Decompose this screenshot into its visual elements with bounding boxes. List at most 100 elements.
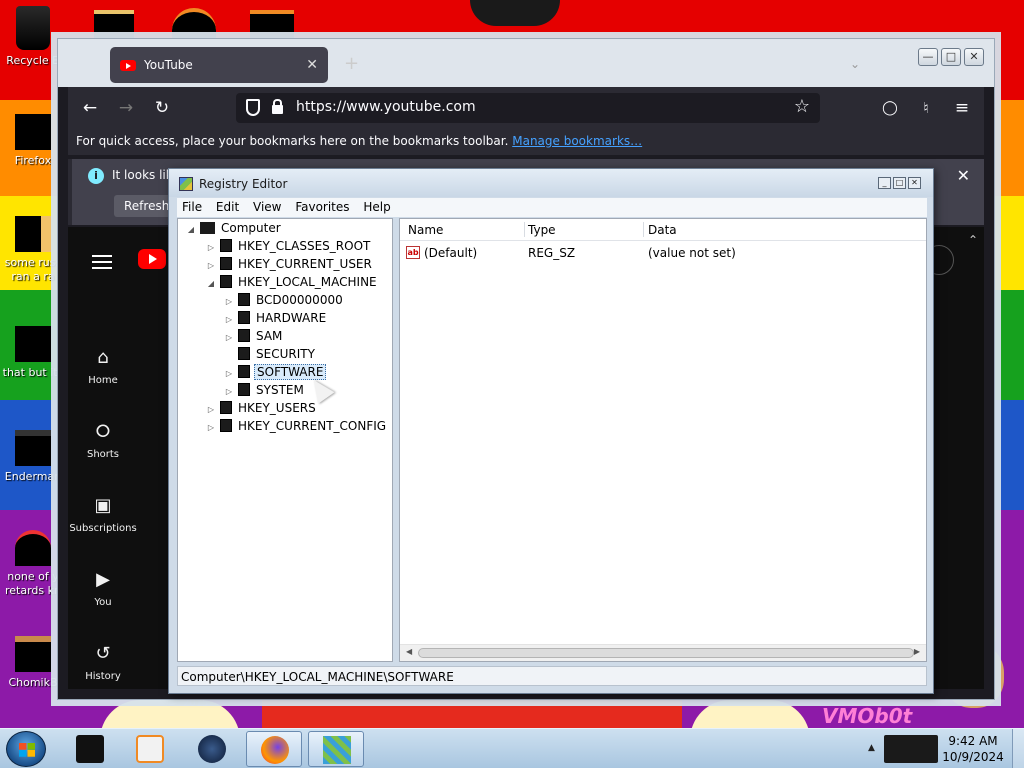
reload-icon[interactable]: ↻ [150, 96, 174, 120]
tree-node-system[interactable]: ▷ SYSTEM [224, 381, 306, 399]
youtube-nav-shorts[interactable]: ⭘ Shorts [68, 421, 138, 460]
folder-icon [238, 347, 250, 360]
youtube-favicon-icon [120, 59, 136, 71]
scrollbar-thumb[interactable] [418, 648, 914, 658]
you-icon: ▶ [96, 569, 110, 590]
app-icon [15, 430, 51, 466]
tree-node-hkey-local-machine[interactable]: ◢ HKEY_LOCAL_MACHINE [206, 273, 379, 291]
youtube-logo-icon[interactable] [138, 249, 166, 269]
column-header-name[interactable]: Name [408, 223, 443, 237]
folder-icon [238, 329, 250, 342]
wallpaper-white-blob-left [100, 700, 240, 728]
tab-youtube[interactable]: YouTube ✕ [110, 47, 328, 83]
scroll-right-arrow-icon[interactable]: ▶ [914, 647, 920, 656]
menu-edit[interactable]: Edit [211, 198, 244, 216]
tree-node-hkey-classes-root[interactable]: ▷ HKEY_CLASSES_ROOT [206, 237, 372, 255]
expand-arrow-icon[interactable]: ▷ [206, 419, 216, 437]
youtube-nav-subscriptions[interactable]: ▣ Subscriptions [68, 495, 138, 534]
start-button[interactable] [6, 731, 46, 767]
tree-node-software[interactable]: ▷ SOFTWARE [224, 363, 327, 381]
column-header-type[interactable]: Type [528, 223, 556, 237]
subscriptions-icon: ▣ [94, 495, 112, 516]
menu-hamburger-icon[interactable]: ≡ [950, 96, 974, 120]
nav-label: Shorts [86, 449, 120, 460]
show-hidden-icons-icon[interactable]: ▲ [868, 743, 875, 753]
close-window-button[interactable]: ✕ [964, 48, 984, 66]
column-header-data[interactable]: Data [648, 223, 677, 237]
column-divider[interactable] [524, 222, 525, 237]
back-arrow-icon[interactable]: ← [78, 96, 102, 120]
registry-editor-icon [323, 736, 351, 764]
url-text[interactable]: https://www.youtube.com [296, 99, 476, 115]
system-tray-icons[interactable] [884, 735, 938, 763]
tree-node-hkey-current-user[interactable]: ▷ HKEY_CURRENT_USER [206, 255, 374, 273]
scroll-left-arrow-icon[interactable]: ◀ [406, 647, 412, 656]
menu-help[interactable]: Help [358, 198, 395, 216]
taskbar-app-globe[interactable] [184, 731, 240, 767]
column-divider[interactable] [643, 222, 644, 237]
desktop-icon-top-1[interactable] [94, 10, 134, 38]
tree-node-bcd00000000[interactable]: ▷ BCD00000000 [224, 291, 345, 309]
maximize-button[interactable]: □ [941, 48, 961, 66]
taskbar-media-player[interactable] [122, 731, 178, 767]
menu-file[interactable]: File [177, 198, 207, 216]
clock[interactable]: 9:42 AM 10/9/2024 [942, 733, 1004, 765]
image-file-icon [15, 326, 51, 362]
pocket-icon[interactable]: ◯ [878, 96, 902, 120]
firefox-icon [261, 736, 289, 764]
table-row[interactable]: ab (Default) REG_SZ (value not set) [400, 243, 926, 263]
menu-favorites[interactable]: Favorites [290, 198, 354, 216]
bookmark-star-icon[interactable]: ☆ [794, 96, 810, 117]
youtube-nav-home[interactable]: ⌂ Home [68, 347, 138, 386]
tree-node-hkey-users[interactable]: ▷ HKEY_USERS [206, 399, 318, 417]
horizontal-scrollbar[interactable]: ◀ ▶ [400, 644, 926, 661]
manage-bookmarks-link[interactable]: Manage bookmarks… [512, 134, 642, 148]
tree-node-hardware[interactable]: ▷ HARDWARE [224, 309, 328, 327]
padlock-icon[interactable] [272, 99, 283, 114]
new-tab-button[interactable]: + [344, 53, 359, 74]
youtube-nav-history[interactable]: ↺ History [68, 643, 138, 682]
registry-editor-title-bar[interactable]: Registry Editor _ □ ✕ [169, 169, 933, 197]
list-all-tabs-icon[interactable]: ⌄ [850, 57, 860, 71]
menu-view[interactable]: View [248, 198, 286, 216]
info-icon: i [88, 168, 104, 184]
show-desktop-button[interactable] [1012, 729, 1024, 768]
url-bar[interactable]: https://www.youtube.com ☆ [236, 93, 820, 123]
tree-node-label: BCD00000000 [256, 293, 343, 307]
menu-bar: File Edit View Favorites Help [177, 198, 927, 217]
tree-node-security[interactable]: SECURITY [224, 345, 317, 363]
extensions-puzzle-icon[interactable]: ♮ [914, 96, 938, 120]
regedit-close-button[interactable]: ✕ [908, 177, 921, 189]
taskbar-registry-editor[interactable] [308, 731, 364, 767]
forward-arrow-icon[interactable]: → [114, 96, 138, 120]
tab-close-icon[interactable]: ✕ [306, 57, 318, 73]
desktop-icon-top-2[interactable] [172, 8, 216, 38]
tree-node-computer[interactable]: ◢ Computer [186, 219, 283, 237]
regedit-maximize-button[interactable]: □ [893, 177, 906, 189]
wallpaper-white-blob-right [690, 700, 810, 728]
tree-node-label: HKEY_LOCAL_MACHINE [238, 275, 377, 289]
tree-node-label: HARDWARE [256, 311, 327, 325]
folder-icon [238, 365, 250, 378]
collapse-arrow-icon[interactable]: ◢ [206, 275, 216, 293]
registry-editor-app-icon [179, 177, 193, 191]
tree-node-label: HKEY_USERS [238, 401, 316, 415]
youtube-menu-icon[interactable] [92, 255, 112, 269]
youtube-nav-you[interactable]: ▶ You [68, 569, 138, 608]
folder-icon [220, 419, 232, 432]
notification-close-icon[interactable]: ✕ [957, 166, 970, 185]
minimize-button[interactable]: — [918, 48, 938, 66]
taskbar-firefox[interactable] [246, 731, 302, 767]
tracking-protection-shield-icon[interactable] [246, 99, 260, 116]
tree-node-hkey-current-config[interactable]: ▷ HKEY_CURRENT_CONFIG [206, 417, 388, 435]
taskbar-explorer[interactable] [62, 731, 118, 767]
regedit-minimize-button[interactable]: _ [878, 177, 891, 189]
string-value-icon: ab [406, 246, 420, 259]
scroll-up-arrow-icon[interactable]: ⌃ [968, 233, 978, 247]
collapse-arrow-icon[interactable]: ◢ [186, 221, 196, 239]
tree-node-label: HKEY_CLASSES_ROOT [238, 239, 371, 253]
desktop-icon-top-3[interactable] [250, 10, 294, 38]
taskbar: ▲ 9:42 AM 10/9/2024 [0, 728, 1024, 768]
tree-node-sam[interactable]: ▷ SAM [224, 327, 284, 345]
nav-label: History [85, 671, 121, 682]
